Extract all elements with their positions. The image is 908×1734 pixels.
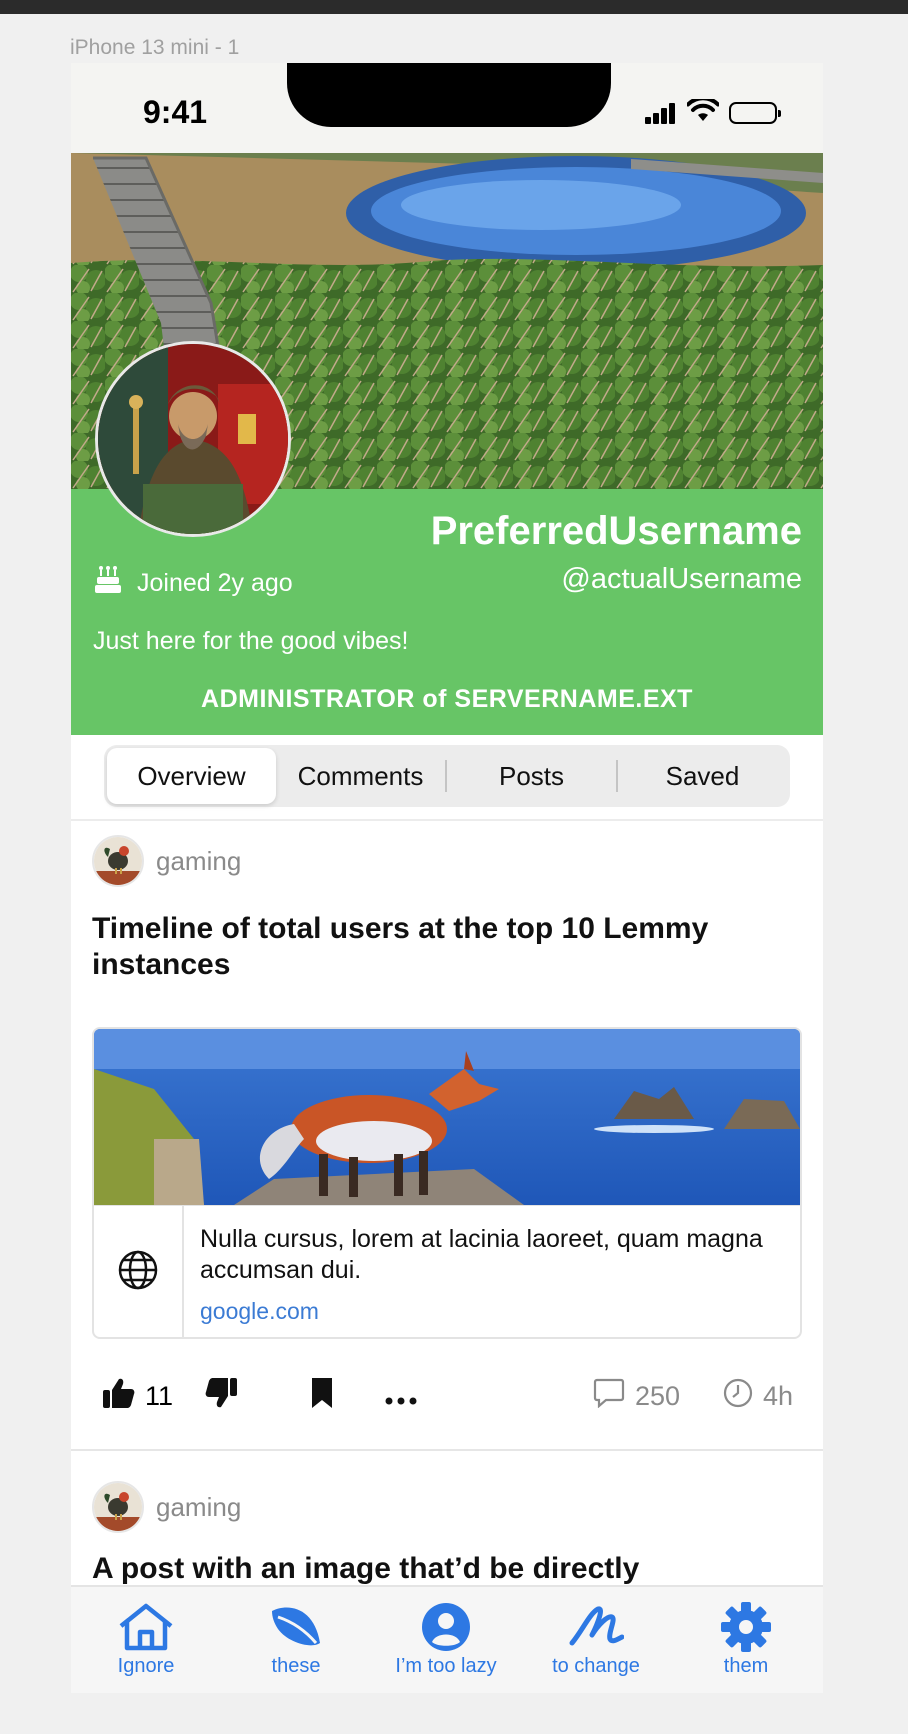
scribble-icon — [521, 1601, 671, 1653]
globe-icon — [117, 1249, 159, 1296]
link-icon-column — [94, 1206, 184, 1337]
tab-bar-label: them — [723, 1655, 769, 1677]
editor-top-bar — [0, 0, 908, 14]
post-age: 4h — [723, 1367, 793, 1425]
cellular-signal-icon — [645, 102, 677, 124]
post-title[interactable]: Timeline of total users at the top 10 Le… — [92, 911, 792, 983]
joined-text: Joined 2y ago — [137, 569, 293, 597]
more-button[interactable] — [385, 1367, 417, 1425]
cake-icon — [93, 565, 123, 602]
user-bio: Just here for the good vibes! — [93, 627, 409, 655]
post-title[interactable]: A post with an image that’d be directly — [92, 1551, 792, 1587]
tab-overview[interactable]: Overview — [107, 748, 276, 804]
post-feed: gaming Timeline of total users at the to… — [71, 819, 823, 1651]
status-time: 9:41 — [143, 94, 208, 130]
tab-posts[interactable]: Posts — [447, 748, 616, 804]
tab-saved[interactable]: Saved — [618, 748, 787, 804]
post-header: gaming — [92, 835, 241, 887]
house-icon — [71, 1601, 221, 1653]
tab-comments[interactable]: Comments — [276, 748, 445, 804]
display-name: PreferredUsername — [430, 509, 802, 553]
post-card[interactable]: gaming Timeline of total users at the to… — [71, 819, 823, 1451]
link-preview[interactable]: Nulla cursus, lorem at lacinia laoreet, … — [92, 1027, 802, 1339]
person-circle-icon — [371, 1601, 521, 1653]
tab-bar-item-to-change[interactable]: to change — [521, 1601, 671, 1678]
tab-bar-item-these[interactable]: these — [221, 1601, 371, 1678]
battery-icon — [729, 102, 781, 124]
link-domain[interactable]: google.com — [200, 1298, 319, 1325]
thumbs-down-icon — [205, 1376, 239, 1417]
post-age-text: 4h — [763, 1380, 794, 1411]
leaf-icon — [221, 1601, 371, 1653]
tab-bar-label: to change — [552, 1655, 640, 1677]
comment-count: 250 — [635, 1380, 681, 1411]
clock-icon — [723, 1378, 753, 1415]
status-icons — [645, 95, 781, 128]
tab-bar-item-them[interactable]: them — [671, 1601, 821, 1678]
downvote-button[interactable] — [205, 1367, 239, 1425]
tab-bar-item-im-too-lazy[interactable]: I’m too lazy — [371, 1601, 521, 1678]
thumbs-up-icon — [101, 1376, 135, 1417]
user-role: ADMINISTRATOR of SERVERNAME.EXT — [201, 685, 693, 713]
bookmark-icon — [311, 1377, 333, 1416]
post-header: gaming — [92, 1481, 241, 1533]
profile-avatar[interactable] — [95, 341, 291, 537]
link-description: Nulla cursus, lorem at lacinia laoreet, … — [200, 1225, 763, 1284]
link-preview-body: Nulla cursus, lorem at lacinia laoreet, … — [94, 1205, 800, 1337]
community-name[interactable]: gaming — [156, 846, 241, 877]
save-button[interactable] — [311, 1367, 333, 1425]
segmented-control: Overview Comments Posts Saved — [104, 745, 790, 807]
bottom-tab-bar: Ignore these I’m too lazy to change them — [71, 1585, 823, 1693]
tab-bar-label: Ignore — [117, 1655, 175, 1677]
community-avatar[interactable] — [92, 835, 144, 887]
upvote-button[interactable]: 11 — [101, 1367, 173, 1425]
comments-count[interactable]: 250 — [593, 1367, 680, 1425]
tab-bar-label: I’m too lazy — [395, 1655, 497, 1677]
wifi-icon — [686, 95, 720, 128]
comment-bubble-icon — [593, 1378, 625, 1415]
user-handle: @actualUsername — [561, 563, 802, 595]
notch — [287, 63, 611, 127]
status-bar: 9:41 — [71, 63, 823, 153]
phone-frame: 9:41 PreferredUsername @actualUsername J… — [71, 63, 823, 1693]
frame-label: iPhone 13 mini - 1 — [70, 36, 240, 59]
community-name[interactable]: gaming — [156, 1492, 241, 1523]
tab-bar-label: these — [271, 1655, 321, 1677]
profile-tabs: Overview Comments Posts Saved — [71, 735, 823, 821]
gear-icon — [671, 1601, 821, 1653]
joined-info: Joined 2y ago — [93, 565, 293, 602]
tab-bar-item-ignore[interactable]: Ignore — [71, 1601, 221, 1678]
ellipsis-icon — [385, 1381, 417, 1412]
score: 11 — [145, 1380, 174, 1411]
community-avatar[interactable] — [92, 1481, 144, 1533]
post-actions: 11 250 4h — [71, 1367, 823, 1425]
link-preview-image — [94, 1029, 800, 1205]
